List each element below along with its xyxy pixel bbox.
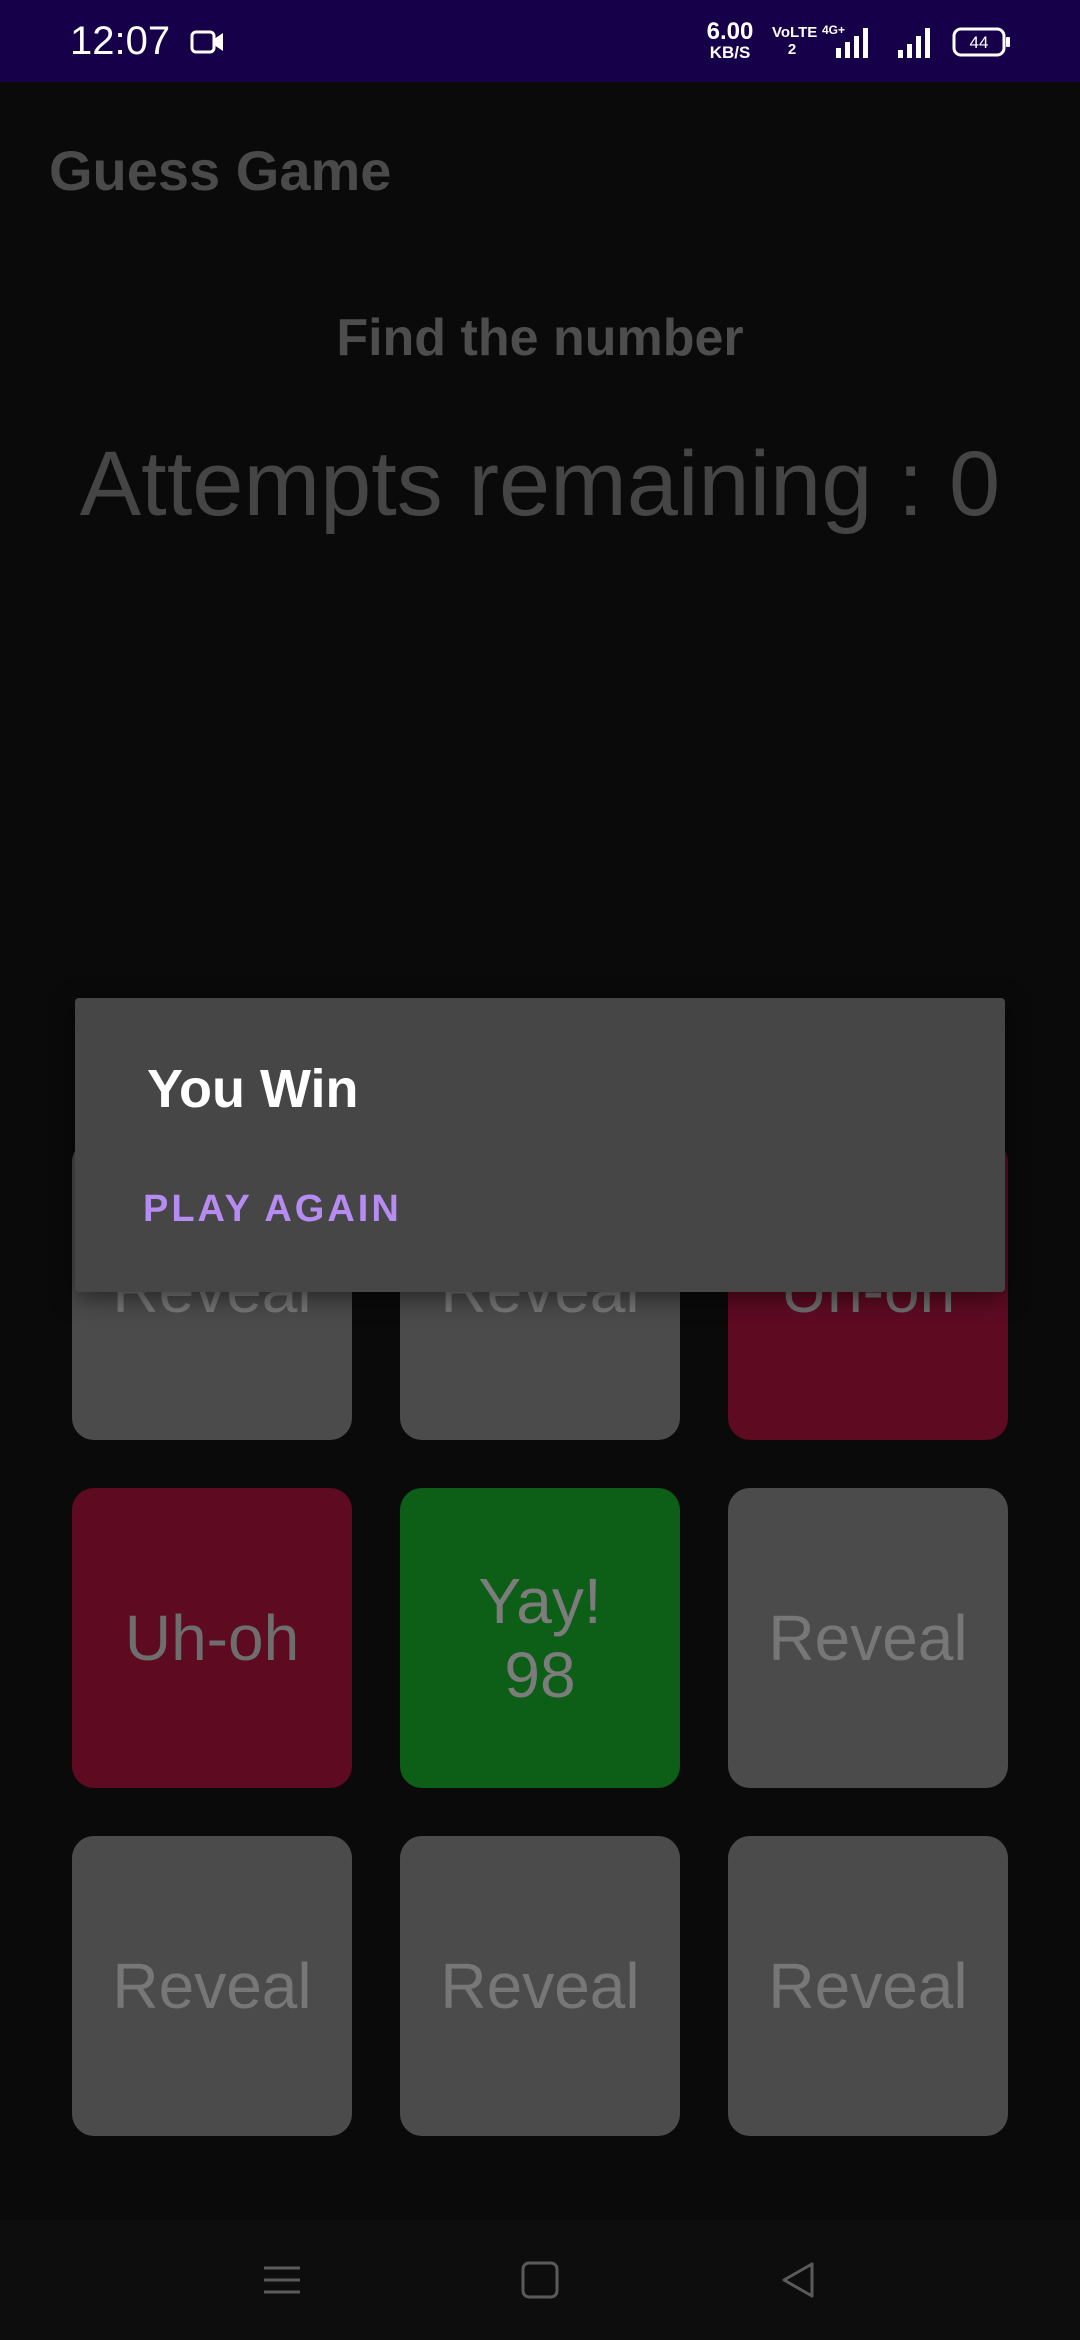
status-bar: 12:07 6.00 KB/S VoLTE 2 4G+ 44 — [0, 0, 1080, 82]
battery-icon: 44 — [952, 26, 1012, 58]
grid-cell-6[interactable]: Reveal — [728, 1488, 1008, 1788]
svg-text:4G+: 4G+ — [822, 23, 845, 37]
signal-icon: 4G+ — [822, 23, 868, 58]
grid-cell-5[interactable]: Yay! 98 — [400, 1488, 680, 1788]
home-button[interactable] — [510, 2250, 570, 2310]
network-speed-value: 6.00 — [706, 18, 754, 45]
back-icon — [782, 2262, 814, 2298]
battery-level: 44 — [970, 33, 989, 52]
signal-icon — [898, 28, 930, 58]
attempts-remaining: Attempts remaining : 0 — [79, 433, 1001, 535]
grid-cell-9[interactable]: Reveal — [728, 1836, 1008, 2136]
win-dialog: You Win PLAY AGAIN — [75, 998, 1005, 1292]
camera-icon — [190, 30, 223, 54]
back-button[interactable] — [768, 2250, 828, 2310]
network-speed-unit: KB/S — [709, 43, 751, 62]
dialog-title: You Win — [147, 1059, 359, 1119]
grid-cell-8[interactable]: Reveal — [400, 1836, 680, 2136]
play-again-button[interactable]: PLAY AGAIN — [137, 1184, 408, 1235]
grid-cell-7[interactable]: Reveal — [72, 1836, 352, 2136]
network-speed: 6.00 KB/S — [700, 20, 760, 62]
home-icon — [521, 2261, 559, 2299]
menu-button[interactable] — [252, 2250, 312, 2310]
status-time: 12:07 — [70, 19, 171, 63]
grid-cell-4[interactable]: Uh-oh — [72, 1488, 352, 1788]
subtitle: Find the number — [336, 309, 744, 367]
volte-indicator: VoLTE 2 — [772, 24, 818, 58]
menu-icon — [264, 2266, 300, 2294]
navigation-bar — [0, 2220, 1080, 2340]
app-title: Guess Game — [49, 139, 392, 202]
